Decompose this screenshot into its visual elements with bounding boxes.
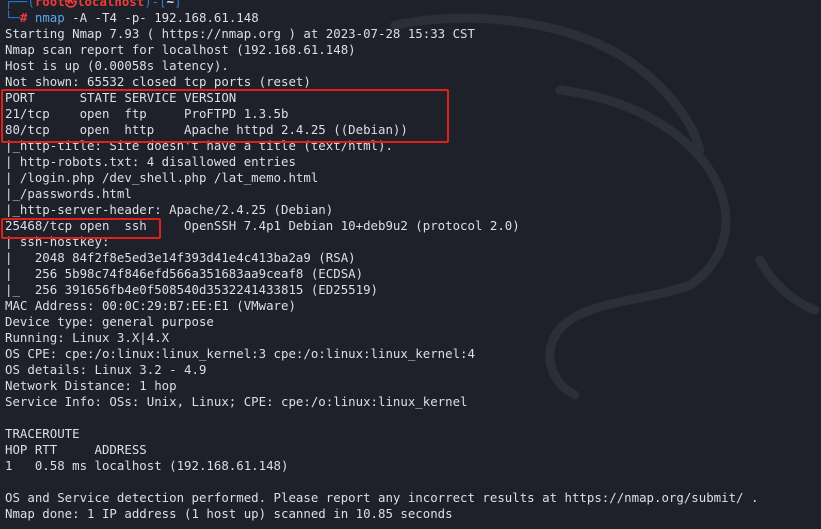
prompt-separator: )-[ [144,0,167,9]
command-args: -A -T4 -p- 192.168.61.148 [64,10,259,25]
output-line: | /login.php /dev_shell.php /lat_memo.ht… [5,170,319,185]
output-line: Nmap done: 1 IP address (1 host up) scan… [5,506,453,521]
prompt-cwd: ~ [166,0,175,9]
port-table-header: PORT STATE SERVICE VERSION [5,90,237,105]
prompt-hash: # [19,10,28,25]
prompt-corner: └─ [5,10,20,25]
port-row-ssh: 25468/tcp open ssh OpenSSH 7.4p1 Debian … [5,218,520,233]
output-line: | http-robots.txt: 4 disallowed entries [5,154,296,169]
command-name: nmap [34,10,65,25]
output-line: Device type: general purpose [5,314,214,329]
output-line: | ssh-hostkey: [5,234,110,249]
terminal-output: ┌──(root㉿localhost)-[~] └─# nmap -A -T4 … [5,0,817,522]
output-line: Nmap scan report for localhost (192.168.… [5,42,356,57]
output-line: 1 0.58 ms localhost (192.168.61.148) [5,458,289,473]
command-line[interactable]: └─# nmap -A -T4 -p- 192.168.61.148 [5,10,817,26]
output-line: |_ 256 391656fb4e0f508540d3532241433815 … [5,282,378,297]
output-line: |_http-title: Site doesn't have a title … [5,138,393,153]
output-line: | 256 5b98c74f846efd566a351683aa9ceaf8 (… [5,266,364,281]
output-line: MAC Address: 00:0C:29:B7:EE:E1 (VMware) [5,298,296,313]
port-row-ftp: 21/tcp open ftp ProFTPD 1.3.5b [5,106,289,121]
output-line: OS and Service detection performed. Plea… [5,490,759,505]
output-line: | 2048 84f2f8e5ed3e14f393d41e4c413ba2a9 … [5,250,356,265]
prompt-user-host: root㉿localhost [34,0,145,9]
output-line: Network Distance: 1 hop [5,378,177,393]
output-line: HOP RTT ADDRESS [5,442,147,457]
output-line: |_http-server-header: Apache/2.4.25 (Deb… [5,202,334,217]
output-line: OS details: Linux 3.2 - 4.9 [5,362,207,377]
prompt-bracket-close: ] [174,0,182,9]
output-line: Service Info: OSs: Unix, Linux; CPE: cpe… [5,394,468,409]
prompt-top-line: ┌──(root㉿localhost)-[~] [5,0,817,10]
output-line: Starting Nmap 7.93 ( https://nmap.org ) … [5,26,475,41]
output-line: Not shown: 65532 closed tcp ports (reset… [5,74,311,89]
prompt-bracket: ┌──( [5,0,35,9]
output-line: Host is up (0.00058s latency). [5,58,229,73]
port-row-http: 80/tcp open http Apache httpd 2.4.25 ((D… [5,122,408,137]
output-line: Running: Linux 3.X|4.X [5,330,170,345]
output-line: TRACEROUTE [5,426,80,441]
output-line: OS CPE: cpe:/o:linux:linux_kernel:3 cpe:… [5,346,475,361]
output-line: |_/passwords.html [5,186,132,201]
